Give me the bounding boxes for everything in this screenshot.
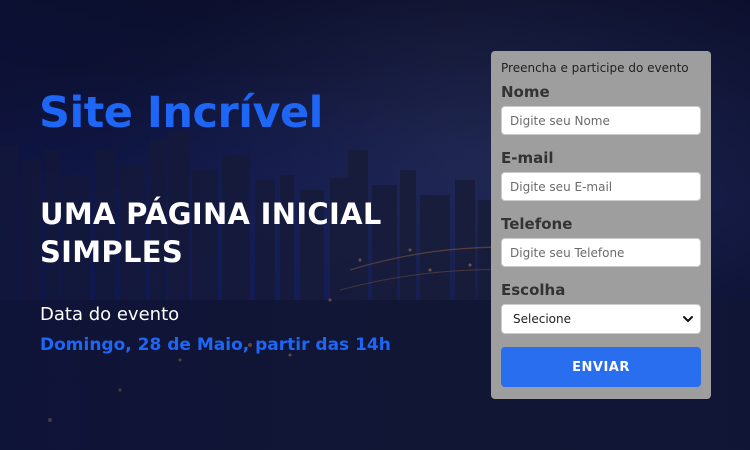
site-title: Site Incrível (39, 88, 323, 138)
form-intro-text: Preencha e participe do evento (501, 61, 689, 75)
email-input[interactable] (501, 172, 701, 201)
email-label: E-mail (501, 149, 554, 167)
name-label: Nome (501, 83, 550, 101)
registration-form: Preencha e participe do evento Nome E-ma… (491, 51, 711, 399)
event-date-label: Data do evento (40, 304, 180, 325)
choice-select-value: Selecione (513, 312, 571, 326)
chevron-down-icon (683, 316, 693, 322)
choice-select[interactable]: Selecione (501, 304, 701, 334)
event-date-value: Domingo, 28 de Maio, partir das 14h (40, 335, 391, 355)
phone-input[interactable] (501, 238, 701, 267)
name-input[interactable] (501, 106, 701, 135)
phone-label: Telefone (501, 215, 573, 233)
submit-button[interactable]: ENVIAR (501, 347, 701, 387)
choice-label: Escolha (501, 281, 566, 299)
hero-headline: UMA PÁGINA INICIAL SIMPLES (40, 197, 382, 269)
